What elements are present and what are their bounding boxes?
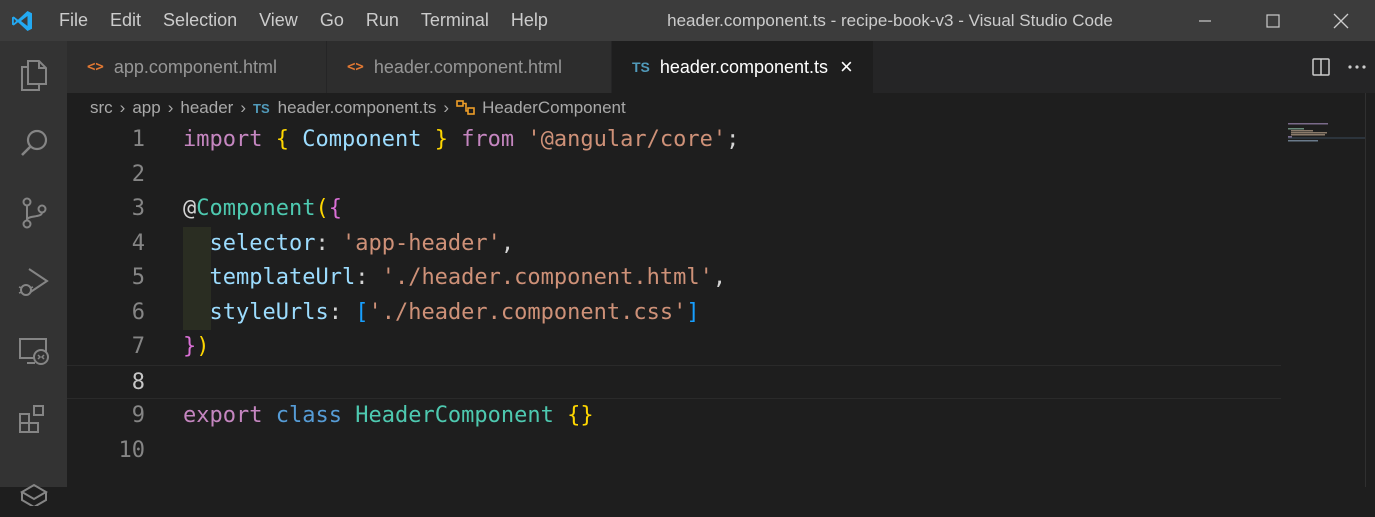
code-text: import { Component } from '@angular/core…: [183, 127, 740, 152]
editor-actions: [1303, 41, 1375, 93]
line-number: 6: [131, 299, 145, 325]
tab-label: app.component.html: [113, 56, 277, 77]
search-icon[interactable]: [0, 116, 67, 172]
chevron-right-icon: ›: [240, 98, 246, 117]
html-file-icon: <>: [347, 59, 364, 75]
close-window-button[interactable]: [1307, 0, 1375, 41]
close-tab-icon[interactable]: ×: [840, 54, 853, 80]
code-line[interactable]: 6 styleUrls: ['./header.component.css']: [67, 295, 1281, 330]
class-symbol-icon: [456, 100, 475, 115]
menu-file[interactable]: File: [48, 0, 99, 41]
activity-bar: [0, 41, 67, 506]
menu-go[interactable]: Go: [309, 0, 355, 41]
docker-icon[interactable]: [0, 461, 67, 517]
breadcrumb-src[interactable]: src: [90, 98, 113, 118]
minimap[interactable]: [1288, 123, 1365, 183]
source-control-icon[interactable]: [0, 185, 67, 241]
explorer-icon[interactable]: [0, 47, 67, 103]
minimize-button[interactable]: [1171, 0, 1239, 41]
line-number: 1: [131, 127, 145, 152]
code-line[interactable]: 4 selector: 'app-header',: [67, 226, 1281, 261]
breadcrumb-file[interactable]: header.component.ts: [278, 98, 437, 118]
run-debug-icon[interactable]: [0, 254, 67, 310]
vertical-scrollbar[interactable]: [1365, 93, 1375, 487]
html-file-icon: <>: [87, 59, 104, 75]
code-text: }): [183, 334, 210, 359]
menu-edit[interactable]: Edit: [99, 0, 152, 41]
current-line[interactable]: 8: [67, 364, 1281, 399]
vscode-logo-icon[interactable]: [0, 0, 44, 41]
code-text: styleUrls: ['./header.component.css']: [209, 299, 700, 325]
code-editor[interactable]: 1 import { Component } from '@angular/co…: [67, 123, 1365, 487]
maximize-icon: [1266, 13, 1280, 28]
menu-run[interactable]: Run: [355, 0, 410, 41]
chevron-right-icon: ›: [167, 98, 174, 117]
chevron-right-icon: ›: [119, 98, 126, 117]
line-number: 8: [131, 369, 145, 395]
editor-tab-bar: <> app.component.html <> header.componen…: [67, 41, 1375, 93]
tab-header-component-html[interactable]: <> header.component.html: [327, 41, 612, 93]
line-number: 10: [118, 437, 146, 463]
extensions-icon[interactable]: [0, 392, 67, 448]
code-text: selector: 'app-header',: [209, 230, 515, 256]
line-number: 9: [131, 403, 145, 428]
tab-label: header.component.html: [373, 56, 562, 77]
code-text: export class HeaderComponent {}: [183, 403, 594, 428]
code-text: templateUrl: './header.component.html',: [209, 265, 727, 290]
breadcrumb-symbol[interactable]: HeaderComponent: [482, 98, 626, 118]
split-editor-icon[interactable]: [1303, 57, 1339, 77]
menu-view[interactable]: View: [248, 0, 309, 41]
typescript-file-icon: TS: [632, 59, 650, 75]
breadcrumb-app[interactable]: app: [132, 98, 160, 118]
maximize-button[interactable]: [1239, 0, 1307, 41]
code-line[interactable]: 7 }): [67, 330, 1281, 365]
code-line[interactable]: 1 import { Component } from '@angular/co…: [67, 123, 1281, 158]
code-text: @Component({: [183, 196, 342, 221]
tab-header-component-ts[interactable]: TS header.component.ts ×: [612, 41, 874, 93]
chevron-right-icon: ›: [443, 98, 450, 117]
menu-bar: File Edit Selection View Go Run Terminal…: [48, 0, 559, 41]
menu-help[interactable]: Help: [500, 0, 559, 41]
more-actions-icon[interactable]: [1339, 57, 1375, 77]
window-controls: [1171, 0, 1375, 41]
code-line[interactable]: 5 templateUrl: './header.component.html'…: [67, 261, 1281, 296]
line-number: 7: [131, 334, 145, 359]
code-line[interactable]: 3 @Component({: [67, 192, 1281, 227]
breadcrumb-header[interactable]: header: [180, 98, 233, 118]
line-number: 4: [131, 230, 145, 256]
line-number: 3: [131, 196, 145, 221]
tab-app-component-html[interactable]: <> app.component.html: [67, 41, 327, 93]
line-number: 5: [131, 265, 145, 290]
close-icon: [1333, 13, 1349, 28]
minimize-icon: [1199, 19, 1211, 22]
tab-label: header.component.ts: [659, 56, 829, 77]
line-number: 2: [131, 161, 145, 187]
menu-terminal[interactable]: Terminal: [410, 0, 500, 41]
code-line[interactable]: 2: [67, 158, 1281, 193]
code-line[interactable]: 10: [67, 434, 1281, 469]
breadcrumb: src › app › header › TS header.component…: [90, 93, 626, 123]
menu-selection[interactable]: Selection: [152, 0, 248, 41]
remote-explorer-icon[interactable]: [0, 323, 67, 379]
window-title: header.component.ts - recipe-book-v3 - V…: [667, 11, 1113, 30]
code-line[interactable]: 9 export class HeaderComponent {}: [67, 399, 1281, 434]
typescript-file-icon: TS: [253, 100, 270, 116]
title-bar: File Edit Selection View Go Run Terminal…: [0, 0, 1375, 41]
